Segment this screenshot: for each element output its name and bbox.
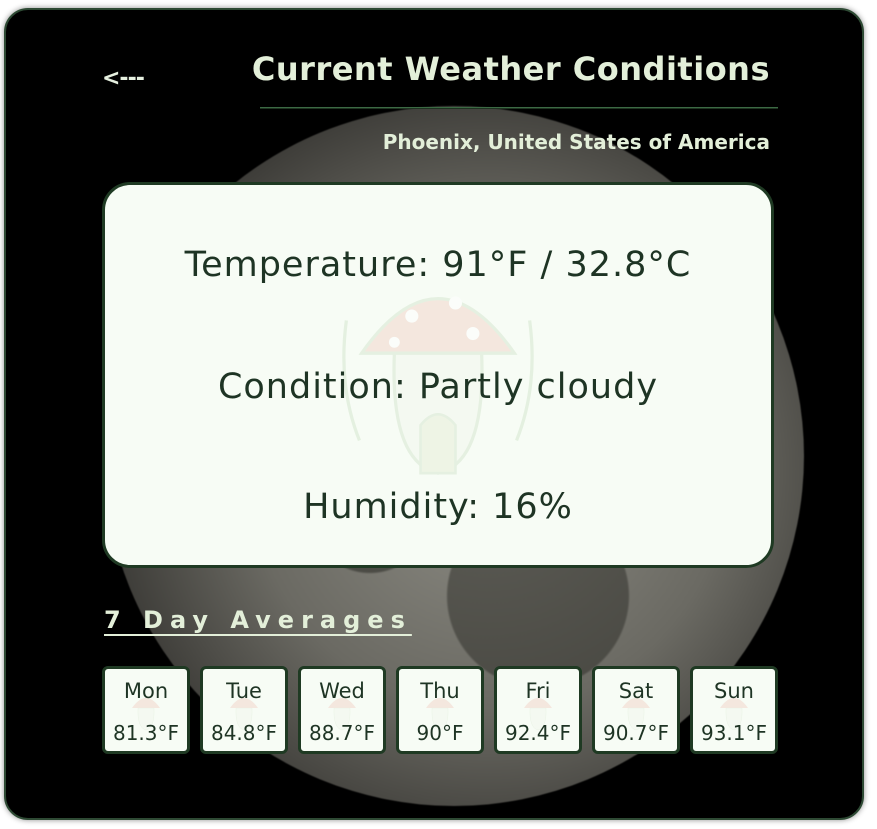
day-card: Thu 90°F: [396, 666, 484, 754]
day-name: Sun: [714, 679, 754, 703]
page-title: Current Weather Conditions: [251, 50, 770, 88]
day-name: Fri: [525, 679, 551, 703]
day-name: Tue: [226, 679, 262, 703]
seven-day-averages-heading: 7 Day Averages: [104, 606, 412, 634]
day-temperature: 90°F: [416, 721, 464, 745]
day-temperature: 88.7°F: [308, 721, 376, 745]
day-temperature: 90.7°F: [602, 721, 670, 745]
temperature-text: Temperature: 91°F / 32.8°C: [184, 245, 692, 285]
day-temperature: 84.8°F: [210, 721, 278, 745]
day-card: Fri 92.4°F: [494, 666, 582, 754]
back-arrow-button[interactable]: <---: [102, 66, 145, 91]
day-name: Sat: [618, 679, 654, 703]
day-card: Mon 81.3°F: [102, 666, 190, 754]
current-conditions-card: Temperature: 91°F / 32.8°C Condition: Pa…: [102, 182, 774, 568]
day-card: Sun 93.1°F: [690, 666, 778, 754]
humidity-text: Humidity: 16%: [303, 487, 573, 527]
back-arrow-icon[interactable]: <---: [102, 66, 145, 91]
day-name: Mon: [123, 679, 169, 703]
app-window: <--- Current Weather Conditions Phoenix,…: [4, 8, 864, 820]
day-temperature: 81.3°F: [112, 721, 180, 745]
day-temperature: 92.4°F: [504, 721, 572, 745]
day-name: Thu: [420, 679, 460, 703]
location-label: Phoenix, United States of America: [382, 130, 770, 154]
day-card: Wed 88.7°F: [298, 666, 386, 754]
day-temperature: 93.1°F: [700, 721, 768, 745]
day-card: Sat 90.7°F: [592, 666, 680, 754]
title-divider: [260, 107, 778, 109]
condition-text: Condition: Partly cloudy: [217, 367, 659, 407]
day-card: Tue 84.8°F: [200, 666, 288, 754]
day-averages-list: Mon 81.3°F Tue 84.8°F Wed 88.7°F Thu 90°…: [102, 666, 778, 754]
day-name: Wed: [319, 679, 365, 703]
